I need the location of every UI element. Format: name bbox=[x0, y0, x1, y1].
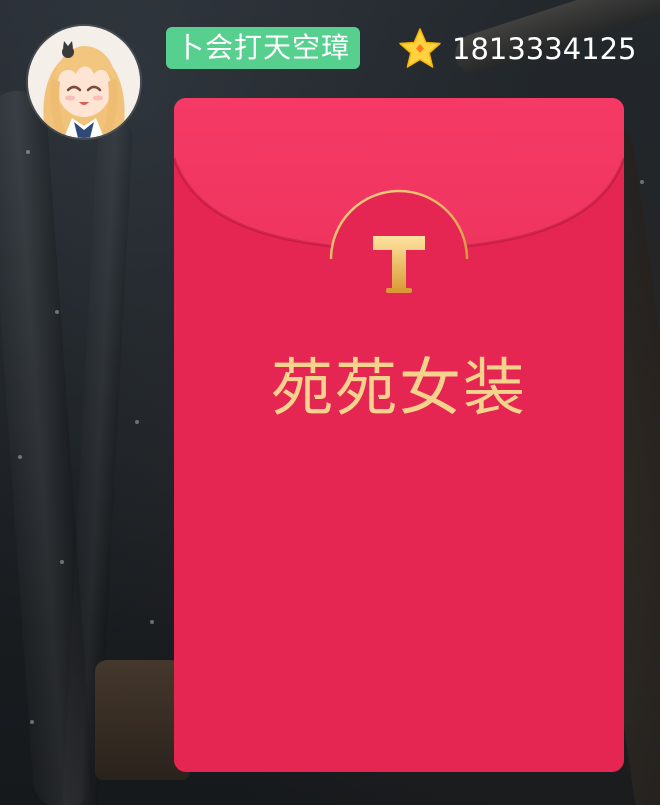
snowflake bbox=[18, 455, 22, 459]
sender-user-id: 1813334125 bbox=[452, 32, 637, 66]
snowflake bbox=[30, 720, 34, 724]
snowflake bbox=[26, 150, 30, 154]
snowflake bbox=[60, 560, 64, 564]
sender-name-badge[interactable]: 卜会打天空璋 bbox=[166, 27, 361, 69]
snowflake bbox=[135, 420, 139, 424]
red-packet-title: 苑苑女装 bbox=[270, 351, 527, 424]
star-icon bbox=[397, 26, 443, 72]
snowflake bbox=[640, 180, 644, 184]
snowflake bbox=[55, 310, 59, 314]
red-packet-screen: 卜会打天空璋 1813334125 苑苑女装 bbox=[0, 0, 660, 805]
red-packet[interactable]: 苑苑女装 bbox=[174, 98, 624, 772]
snowflake bbox=[150, 620, 154, 624]
avatar[interactable] bbox=[28, 26, 140, 138]
anime-avatar-icon bbox=[28, 26, 140, 138]
t-logo-icon bbox=[329, 189, 469, 327]
red-packet-seal[interactable] bbox=[328, 188, 470, 330]
